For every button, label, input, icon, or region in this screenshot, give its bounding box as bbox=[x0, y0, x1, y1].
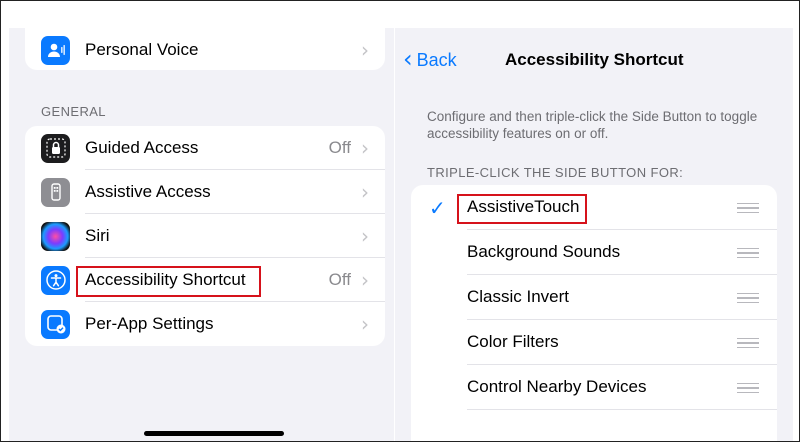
chevron-right-icon: › bbox=[361, 224, 369, 248]
option-color-filters[interactable]: Color Filters bbox=[411, 320, 777, 365]
general-settings-card: Guided Access Off › Assistive Access › S… bbox=[25, 126, 385, 346]
siri-icon bbox=[41, 221, 70, 251]
navigation-bar: ‹ Back Accessibility Shortcut bbox=[395, 28, 793, 92]
row-assistive-access[interactable]: Assistive Access › bbox=[25, 170, 385, 214]
description-text: Configure and then triple-click the Side… bbox=[427, 109, 758, 141]
back-button[interactable]: ‹ Back bbox=[403, 45, 457, 73]
row-value: Off bbox=[328, 270, 351, 289]
reorder-handle-icon[interactable] bbox=[737, 293, 759, 303]
chevron-right-icon: › bbox=[361, 38, 369, 62]
option-label: Control Nearby Devices bbox=[467, 377, 647, 396]
option-background-sounds[interactable]: Background Sounds bbox=[411, 230, 777, 275]
lock-icon bbox=[41, 133, 70, 163]
highlight-box-assistivetouch bbox=[457, 194, 587, 224]
personal-voice-card: Personal Voice › bbox=[25, 28, 385, 70]
row-value: Off bbox=[328, 138, 351, 157]
row-siri[interactable]: Siri › bbox=[25, 214, 385, 258]
reorder-handle-icon[interactable] bbox=[737, 248, 759, 258]
reorder-handle-icon[interactable] bbox=[737, 338, 759, 348]
row-per-app-settings[interactable]: Per-App Settings › bbox=[25, 302, 385, 346]
chevron-right-icon: › bbox=[361, 136, 369, 160]
reorder-handle-icon[interactable] bbox=[737, 203, 759, 213]
row-label: Assistive Access bbox=[85, 182, 211, 201]
per-app-settings-icon bbox=[41, 309, 70, 339]
row-label: Guided Access bbox=[85, 138, 199, 157]
highlight-box-accessibility-shortcut bbox=[76, 266, 261, 297]
row-label: Personal Voice bbox=[85, 40, 199, 59]
home-indicator[interactable] bbox=[144, 431, 284, 436]
accessibility-settings-panel: Personal Voice › GENERAL Guided Access O… bbox=[9, 28, 394, 441]
option-classic-invert[interactable]: Classic Invert bbox=[411, 275, 777, 320]
row-label: Per-App Settings bbox=[85, 314, 214, 333]
checkmark-icon: ✓ bbox=[429, 196, 446, 220]
reorder-handle-icon[interactable] bbox=[737, 383, 759, 393]
option-label: Color Filters bbox=[467, 332, 559, 351]
accessibility-shortcut-panel: ‹ Back Accessibility Shortcut Configure … bbox=[395, 28, 793, 441]
accessibility-icon bbox=[41, 265, 70, 295]
chevron-right-icon: › bbox=[361, 312, 369, 336]
section-title-general: GENERAL bbox=[41, 104, 106, 119]
option-label: Classic Invert bbox=[467, 287, 570, 306]
personal-voice-icon bbox=[41, 35, 70, 65]
chevron-left-icon: ‹ bbox=[403, 45, 413, 73]
page-title: Accessibility Shortcut bbox=[505, 50, 684, 69]
row-label: Siri bbox=[85, 226, 110, 245]
option-control-nearby-devices[interactable]: Control Nearby Devices bbox=[411, 365, 777, 410]
section-title-triple-click: TRIPLE-CLICK THE SIDE BUTTON FOR: bbox=[427, 165, 684, 180]
row-guided-access[interactable]: Guided Access Off › bbox=[25, 126, 385, 170]
chevron-right-icon: › bbox=[361, 180, 369, 204]
row-personal-voice[interactable]: Personal Voice › bbox=[25, 28, 385, 70]
assistive-access-icon bbox=[41, 177, 70, 207]
screenshot-frame: Personal Voice › GENERAL Guided Access O… bbox=[0, 0, 800, 442]
back-label: Back bbox=[416, 50, 457, 70]
chevron-right-icon: › bbox=[361, 268, 369, 292]
option-label: Background Sounds bbox=[467, 242, 621, 261]
